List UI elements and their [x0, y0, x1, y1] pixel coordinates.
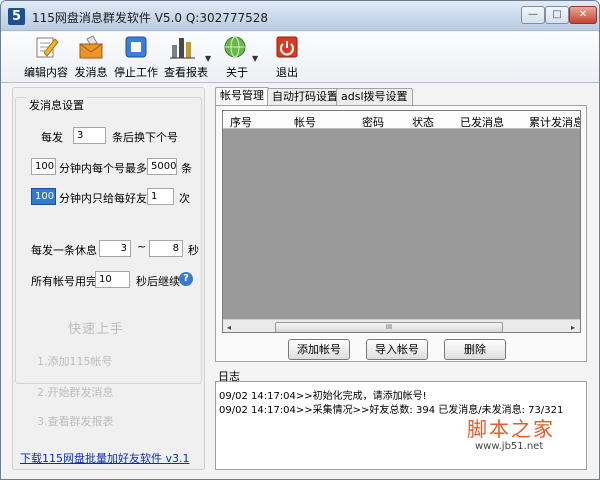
delete-button[interactable]: 删除 [444, 339, 506, 360]
add-account-button[interactable]: 添加帐号 [288, 339, 350, 360]
rest-unit: 秒 [188, 244, 199, 257]
scroll-left-icon[interactable]: ◂ [227, 323, 231, 332]
about-dropdown-arrow-icon[interactable]: ▼ [252, 54, 258, 63]
account-tab-panel: 序号 帐号 密码 状态 已发消息 累计发消息 ◂ III ▸ 添加帐号 导入帐号… [215, 105, 587, 362]
left-panel: 发消息设置 每发 3 条后换下个号 100 分钟内每个号最多发 5000 条 1… [12, 87, 205, 470]
log-line: 09/02 14:17:04>>初始化完成，请添加帐号! [219, 391, 427, 402]
view-report-button[interactable]: ▼ 查看报表 [161, 35, 211, 81]
rest-max-input[interactable]: 8 [149, 240, 183, 257]
friend-times-unit: 次 [179, 192, 190, 205]
watermark: 脚本之家 www.jb51.net [467, 413, 582, 461]
column-header[interactable]: 状态 [412, 114, 434, 130]
scroll-right-icon[interactable]: ▸ [571, 323, 575, 332]
edit-content-label: 编辑内容 [24, 66, 68, 79]
help-icon[interactable]: ? [179, 272, 193, 286]
rest-label: 每发一条休息 [31, 244, 97, 257]
watermark-text: 脚本之家 [467, 417, 555, 441]
friend-times-input[interactable]: 1 [147, 188, 174, 205]
account-table[interactable]: 序号 帐号 密码 状态 已发消息 累计发消息 ◂ III ▸ [222, 110, 581, 333]
rest-dash: ~ [137, 240, 147, 253]
column-header[interactable]: 密码 [362, 114, 384, 130]
quickstart-step-3: 3.查看群发报表 [37, 415, 114, 428]
horizontal-scrollbar[interactable]: ◂ III ▸ [223, 319, 580, 332]
window-title: 115网盘消息群发软件 V5.0 Q:302777528 [32, 11, 269, 25]
column-header[interactable]: 序号 [230, 114, 252, 130]
download-link[interactable]: 下载115网盘批量加好友软件 v3.1 [20, 450, 190, 466]
bar-chart-icon [170, 38, 195, 59]
main-window: 5 115网盘消息群发软件 V5.0 Q:302777528 — □ ✕ 编辑内… [0, 0, 600, 480]
edit-icon [36, 37, 59, 58]
per-send-prefix: 每发 [41, 131, 63, 144]
about-label: 关于 [226, 66, 248, 79]
rest-min-input[interactable]: 3 [99, 240, 131, 257]
import-account-button[interactable]: 导入帐号 [366, 339, 428, 360]
minutes-input[interactable]: 100 [31, 158, 56, 175]
view-report-label: 查看报表 [164, 66, 208, 79]
resume-input[interactable]: 10 [95, 271, 130, 288]
exit-label: 退出 [276, 66, 298, 79]
stop-icon [125, 36, 147, 58]
stop-work-label: 停止工作 [114, 66, 158, 79]
settings-legend: 发消息设置 [26, 97, 87, 113]
send-message-button[interactable]: 发消息 [73, 35, 109, 81]
stop-work-button[interactable]: 停止工作 [112, 35, 160, 81]
per-send-input[interactable]: 3 [73, 127, 106, 144]
send-settings-group: 发消息设置 每发 3 条后换下个号 100 分钟内每个号最多发 5000 条 1… [15, 97, 202, 384]
minutes-text: 分钟内每个号最多发 [59, 162, 158, 175]
table-header: 序号 帐号 密码 状态 已发消息 累计发消息 [223, 111, 580, 130]
resume-suffix: 秒后继续 [136, 275, 180, 288]
tab-captcha-settings[interactable]: 自动打码设置 [267, 88, 343, 105]
column-header[interactable]: 累计发消息 [529, 114, 580, 130]
globe-icon [224, 36, 246, 58]
scroll-thumb[interactable]: III [275, 322, 503, 332]
quickstart-step-1: 1.添加115帐号 [37, 355, 113, 368]
close-button[interactable]: ✕ [569, 6, 597, 24]
friend-text: 分钟内只给每好友发 [59, 192, 158, 205]
quickstart-step-2: 2.开始群发消息 [37, 386, 114, 399]
column-header[interactable]: 帐号 [294, 114, 316, 130]
app-icon: 5 [8, 8, 25, 25]
tab-account-management[interactable]: 帐号管理 [215, 87, 269, 106]
edit-content-button[interactable]: 编辑内容 [21, 35, 71, 81]
minimize-button[interactable]: — [521, 6, 545, 24]
send-message-label: 发消息 [74, 66, 108, 79]
title-bar[interactable]: 5 115网盘消息群发软件 V5.0 Q:302777528 — □ ✕ [1, 1, 599, 31]
quickstart-title: 快速上手 [68, 322, 125, 337]
per-send-suffix: 条后换下个号 [112, 131, 178, 144]
max-messages-unit: 条 [181, 162, 192, 175]
tab-adsl-settings[interactable]: adsl拨号设置 [336, 88, 413, 105]
about-button[interactable]: ▼ 关于 [217, 35, 258, 81]
exit-button[interactable]: 退出 [271, 35, 303, 81]
envelope-icon [79, 35, 103, 59]
power-icon [276, 36, 298, 58]
resume-label: 所有帐号用完 [31, 275, 97, 288]
friend-minutes-input[interactable]: 100 [31, 188, 56, 205]
maximize-button[interactable]: □ [545, 6, 569, 24]
watermark-url: www.jb51.net [475, 441, 544, 452]
max-messages-input[interactable]: 5000 [147, 158, 177, 175]
report-dropdown-arrow-icon[interactable]: ▼ [205, 54, 211, 63]
toolbar: 编辑内容 发消息 停止工作 ▼ 查看报表 ▼ 关于 退出 [1, 32, 599, 83]
column-header[interactable]: 已发消息 [460, 114, 504, 130]
